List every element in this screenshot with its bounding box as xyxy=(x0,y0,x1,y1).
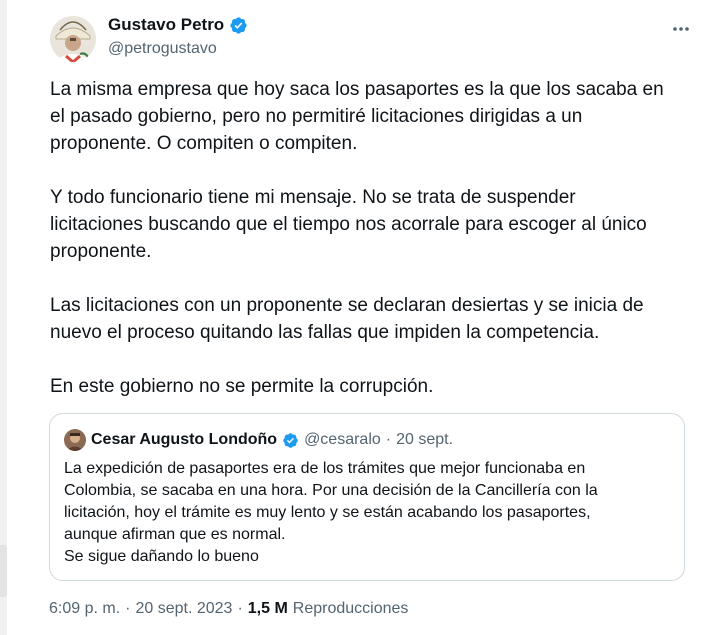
views-count: 1,5 M xyxy=(247,600,288,617)
scroll-handle[interactable] xyxy=(0,545,7,597)
author-name-row: Gustavo Petro xyxy=(108,15,248,35)
avatar-image xyxy=(50,16,96,62)
views-label: Reproducciones xyxy=(292,600,409,617)
quoted-author-avatar xyxy=(64,429,86,451)
tweet-card: Gustavo Petro @petrogustavo La misma emp… xyxy=(30,0,710,635)
tweet-line: La misma empresa que hoy saca los pasapo… xyxy=(50,79,664,100)
quoted-line: aunque afirman que es normal. xyxy=(64,526,286,543)
quoted-tweet-header: Cesar Augusto Londoño @cesaralo · 20 sep… xyxy=(64,429,453,451)
tweet-text: La misma empresa que hoy saca los pasapo… xyxy=(50,76,690,400)
author-avatar[interactable] xyxy=(50,16,96,62)
dot-separator: · xyxy=(237,600,243,617)
quoted-line: Se sigue dañando lo bueno xyxy=(64,548,259,565)
tweet-line: nuevo el proceso quitando las fallas que… xyxy=(50,322,600,343)
dot-separator: · xyxy=(125,600,131,617)
tweet-paragraph: En este gobierno no se permite la corrup… xyxy=(50,373,690,400)
tweet-paragraph: Y todo funcionario tiene mi mensaje. No … xyxy=(50,184,690,265)
tweet-line: Y todo funcionario tiene mi mensaje. No … xyxy=(50,187,576,208)
more-dots-icon xyxy=(673,27,689,31)
tweet-line: el pasado gobierno, pero no permitiré li… xyxy=(50,106,583,127)
quoted-author-name: Cesar Augusto Londoño xyxy=(91,431,278,448)
tweet-line: proponente. O compiten o compiten. xyxy=(50,133,358,154)
tweet-line: licitaciones buscando que el tiempo nos … xyxy=(50,214,647,235)
quoted-tweet[interactable]: Cesar Augusto Londoño @cesaralo · 20 sep… xyxy=(49,413,685,581)
quoted-author-handle: @cesaralo xyxy=(304,431,381,448)
tweet-date[interactable]: 20 sept. 2023 xyxy=(135,600,232,618)
tweet-line: proponente. xyxy=(50,241,152,262)
author-display-name[interactable]: Gustavo Petro xyxy=(108,15,224,35)
tweet-line: En este gobierno no se permite la corrup… xyxy=(50,376,434,397)
verified-badge-icon xyxy=(282,432,299,449)
tweet-paragraph: Las licitaciones con un proponente se de… xyxy=(50,292,690,346)
tweet-line: Las licitaciones con un proponente se de… xyxy=(50,295,644,316)
quoted-line: Colombia, se sacaba en una hora. Por una… xyxy=(64,482,598,499)
verified-badge-icon[interactable] xyxy=(229,16,248,35)
quoted-line: La expedición de pasaportes era de los t… xyxy=(64,460,586,477)
tweet-meta: 6:09 p. m. · 20 sept. 2023 · 1,5 M Repro… xyxy=(49,600,408,618)
more-options-button[interactable] xyxy=(666,14,696,44)
tweet-paragraph: La misma empresa que hoy saca los pasapo… xyxy=(50,76,690,157)
dot-separator: · xyxy=(385,431,392,448)
author-handle[interactable]: @petrogustavo xyxy=(108,40,217,58)
quoted-tweet-date: 20 sept. xyxy=(396,431,454,448)
quoted-tweet-text: La expedición de pasaportes era de los t… xyxy=(64,458,674,568)
tweet-time[interactable]: 6:09 p. m. xyxy=(49,600,120,618)
page-left-edge xyxy=(0,0,7,635)
quoted-line: licitación, hoy el trámite es muy lento … xyxy=(64,504,591,521)
